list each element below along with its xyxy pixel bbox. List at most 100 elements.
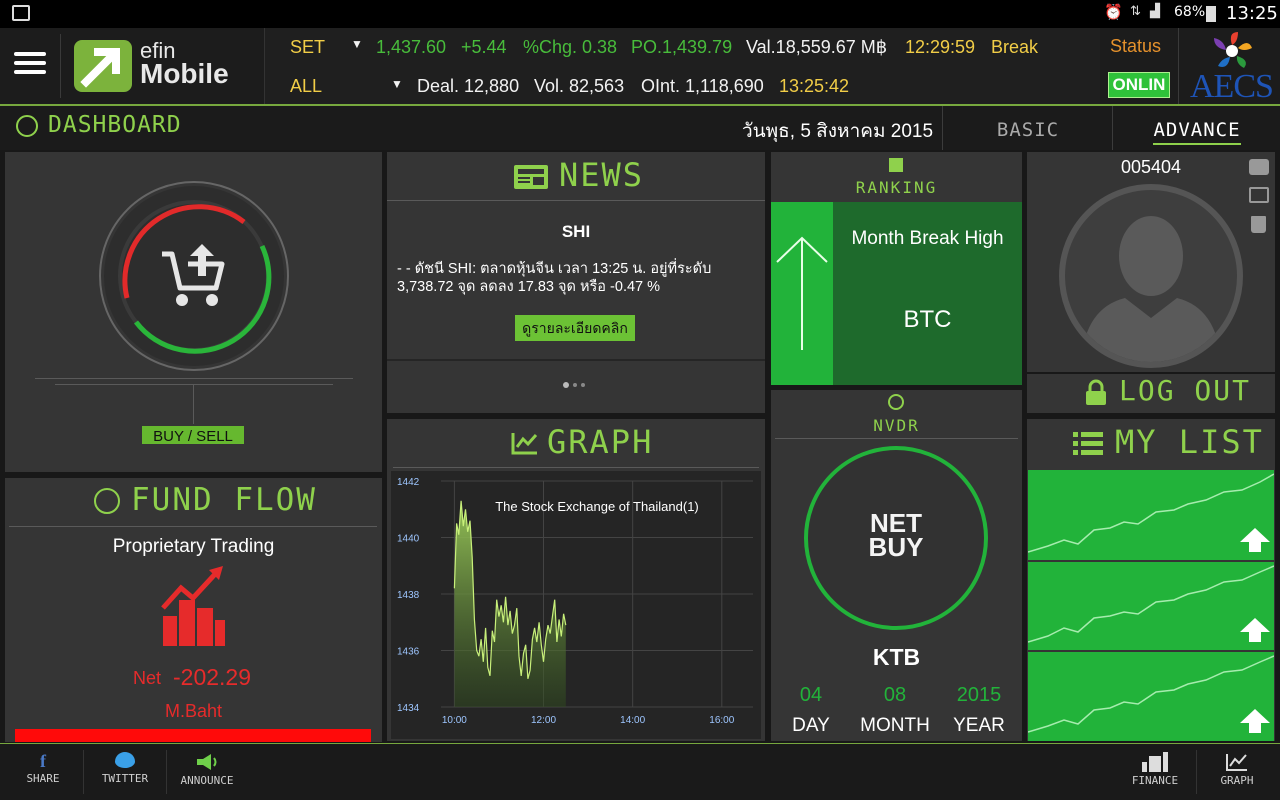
bottom-toolbar: f SHARE TWITTER ANNOUNCE FINANCE GRAPH	[0, 743, 1280, 800]
user-id: 005404	[1120, 157, 1182, 177]
online-status-badge: ONLIN	[1108, 72, 1170, 98]
news-panel[interactable]: NEWS SHI - - ดัชนี SHI: ตลาดหุ้นจีน เวลา…	[387, 152, 765, 413]
market-state: Break	[991, 37, 1039, 57]
arrow-up-icon	[1238, 526, 1272, 554]
finance-label: FINANCE	[1131, 774, 1179, 787]
tab-advance[interactable]: ADVANCE	[1114, 106, 1280, 150]
dashboard-date: วันพุธ, 5 สิงหาคม 2015	[742, 121, 934, 142]
finance-button[interactable]: FINANCE	[1128, 750, 1182, 787]
app-header: efin Mobile SET ▼ 1,437.60 +5.44 %Chg. 0…	[0, 28, 1280, 105]
facebook-icon: f	[40, 751, 46, 771]
divider	[942, 106, 943, 150]
arrow-up-icon	[776, 236, 828, 350]
image-gallery-button[interactable]	[1249, 187, 1269, 203]
menu-button[interactable]	[14, 50, 46, 78]
buy-sell-panel[interactable]: BUY / SELL	[5, 152, 382, 472]
hamburger-icon	[14, 50, 46, 78]
x-tick-label: 10:00	[442, 715, 467, 726]
divider	[83, 750, 84, 794]
graph-button[interactable]: GRAPH	[1214, 750, 1260, 787]
net-bar	[15, 729, 371, 742]
divider	[393, 467, 759, 468]
twitter-bird-icon	[115, 752, 135, 768]
y-tick-label: 1442	[397, 477, 420, 488]
camera-button[interactable]	[1249, 159, 1269, 175]
alarm-icon: ⏰	[1104, 3, 1123, 21]
x-tick-label: 12:00	[531, 715, 556, 726]
buy-sell-text: BUY / SELL	[153, 428, 233, 445]
news-detail-button[interactable]: ดูรายละเอียดคลิก	[515, 315, 635, 341]
divider	[9, 526, 377, 527]
nvdr-month: 08	[883, 684, 907, 706]
divider	[1178, 28, 1179, 104]
y-tick-label: 1434	[397, 703, 420, 714]
divider	[387, 200, 765, 201]
profile-panel: 005404	[1027, 152, 1275, 372]
twitter-button[interactable]: TWITTER	[96, 750, 154, 785]
ranking-panel[interactable]: RANKING Month Break High BTC	[771, 152, 1022, 385]
ranking-arrow-box	[771, 202, 833, 385]
open-interest: OInt. 1,118,690	[641, 76, 764, 96]
my-list-item[interactable]	[1027, 470, 1275, 560]
newspaper-icon	[514, 165, 548, 189]
projected-open: PO.1,439.79	[631, 37, 733, 57]
news-pager-dots[interactable]	[563, 382, 593, 390]
trash-button[interactable]	[1251, 216, 1266, 233]
nvdr-title: NVDR	[873, 416, 920, 435]
buy-sell-label[interactable]: BUY / SELL	[142, 426, 244, 445]
nvdr-year: 2015	[956, 684, 1002, 706]
avatar[interactable]	[1059, 184, 1243, 368]
divider	[387, 359, 765, 361]
divider	[35, 378, 353, 379]
efin-logo: efin Mobile	[74, 38, 254, 94]
net-buy-line2: BUY	[868, 532, 924, 562]
net-label: Net	[133, 668, 162, 688]
dashboard-title: DASHBOARD	[48, 112, 182, 138]
tab-advance-label: ADVANCE	[1153, 119, 1241, 145]
list-icon	[1073, 432, 1103, 455]
graph-panel[interactable]: GRAPH 1442 1440 1438 1436 1434 10:00 12:00 14:0…	[387, 419, 765, 741]
line-chart-icon	[511, 433, 538, 455]
market-ticker: SET ▼ 1,437.60 +5.44 %Chg. 0.38 PO.1,439…	[264, 28, 1100, 104]
chart-title: The Stock Exchange of Thailand(1)	[495, 499, 699, 514]
online-status-text: ONLIN	[1112, 75, 1166, 94]
net-unit: M.Baht	[164, 701, 223, 721]
share-label: SHARE	[26, 772, 60, 785]
clock: 13:25	[1226, 3, 1278, 24]
nvdr-month-label: MONTH	[860, 715, 930, 736]
fund-flow-title: FUND FLOW	[131, 482, 317, 518]
nvdr-panel[interactable]: NVDR NET BUY KTB 04 08 2015 DAY MONTH YE…	[771, 390, 1022, 741]
index-value: 1,437.60	[376, 37, 447, 57]
ranking-card[interactable]: Month Break High BTC	[833, 202, 1022, 385]
megaphone-icon	[197, 754, 217, 770]
fund-flow-subtitle: Proprietary Trading	[112, 536, 275, 557]
share-button[interactable]: f SHARE	[18, 750, 68, 785]
signal-icon: ▟	[1150, 4, 1160, 19]
ranking-label: Month Break High	[851, 228, 1004, 249]
announce-label: ANNOUNCE	[180, 774, 234, 787]
market-select-set[interactable]: SET	[290, 37, 325, 58]
logout-button[interactable]: LOG OUT	[1027, 374, 1275, 413]
announce-button[interactable]: ANNOUNCE	[176, 750, 238, 787]
news-symbol: SHI	[561, 222, 591, 241]
tab-basic[interactable]: BASIC	[944, 106, 1112, 150]
chevron-down-icon[interactable]: ▼	[351, 37, 363, 51]
x-tick-label: 14:00	[620, 715, 645, 726]
battery-percent: 68%	[1174, 4, 1206, 20]
globe-icon	[888, 394, 904, 410]
my-list-item[interactable]	[1027, 652, 1275, 741]
x-tick-label: 16:00	[709, 715, 734, 726]
chevron-down-icon[interactable]: ▼	[391, 77, 403, 91]
fund-flow-panel[interactable]: FUND FLOW Proprietary Trading Net -202.2…	[5, 478, 382, 742]
y-tick-label: 1438	[397, 590, 420, 601]
logo-text-mobile: Mobile	[140, 58, 229, 89]
chart-area: 1442 1440 1438 1436 1434 10:00 12:00 14:00 16:00…	[391, 471, 761, 739]
person-silhouette-icon	[1081, 216, 1221, 362]
divider	[60, 34, 61, 98]
divider	[775, 438, 1018, 439]
arrow-up-icon	[1238, 616, 1272, 644]
nvdr-year-label: YEAR	[953, 715, 1005, 736]
shopping-cart-upload-icon	[162, 244, 225, 306]
market-select-all[interactable]: ALL	[290, 76, 322, 97]
my-list-item[interactable]	[1027, 562, 1275, 650]
